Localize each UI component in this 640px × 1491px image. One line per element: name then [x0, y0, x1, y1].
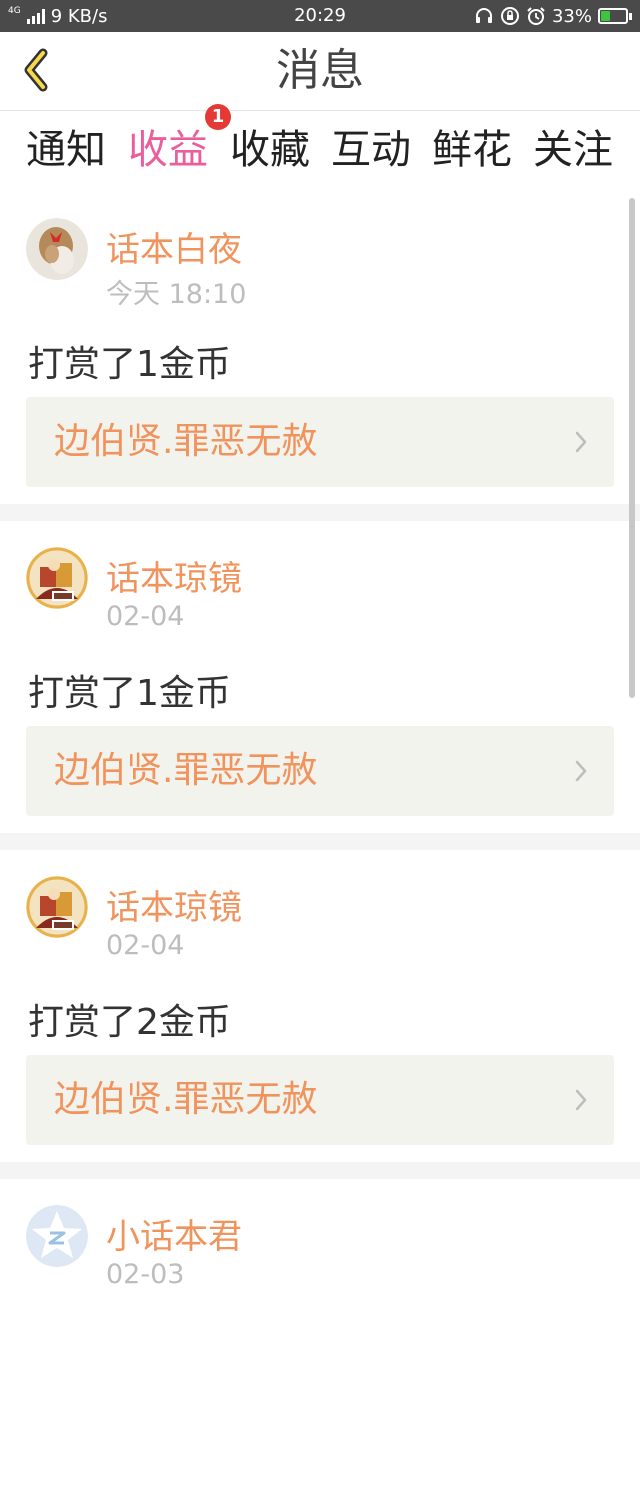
list-item: 话本白夜 今天 18:10 打赏了1金币 边伯贤.罪恶无赦 [0, 192, 640, 504]
book-title: 边伯贤.罪恶无赦 [54, 421, 318, 462]
tab-interaction[interactable]: 互动 [331, 125, 411, 185]
book-link[interactable]: 边伯贤.罪恶无赦 [26, 726, 614, 816]
list-item: 话本琼镜 02-04 打赏了2金币 边伯贤.罪恶无赦 [0, 850, 640, 1162]
scrollbar[interactable] [629, 198, 635, 698]
rotation-lock-icon [500, 7, 519, 25]
page-title: 消息 [276, 45, 364, 96]
tab-label: 关注 [533, 127, 613, 173]
reward-message: 打赏了2金币 [28, 1002, 231, 1043]
book-title: 边伯贤.罪恶无赦 [54, 750, 318, 791]
book-title: 边伯贤.罪恶无赦 [54, 1079, 318, 1120]
tab-bar: 通知 收益 收藏 互动 鲜花 关注 [0, 111, 640, 197]
signal-icon [26, 8, 45, 24]
tab-favorites[interactable]: 收藏 [230, 125, 310, 185]
timestamp: 02-04 [106, 601, 185, 632]
avatar[interactable] [26, 1205, 88, 1267]
network-speed: 9 KB/s [50, 5, 108, 27]
book-link[interactable]: 边伯贤.罪恶无赦 [26, 1055, 614, 1145]
chevron-left-icon [24, 48, 48, 92]
tab-earnings[interactable]: 收益 [128, 125, 208, 197]
timestamp: 02-04 [106, 930, 185, 961]
avatar[interactable] [26, 876, 88, 938]
tab-notice[interactable]: 通知 [26, 125, 106, 185]
list-item: 小话本君 02-03 [0, 1179, 640, 1491]
divider [0, 504, 640, 521]
battery-icon [598, 8, 632, 24]
list-item: 话本琼镜 02-04 打赏了1金币 边伯贤.罪恶无赦 [0, 521, 640, 833]
tab-label: 互动 [331, 127, 411, 173]
reward-message: 打赏了1金币 [28, 344, 231, 385]
tab-following[interactable]: 关注 [533, 125, 613, 185]
tab-flowers[interactable]: 鲜花 [432, 125, 512, 185]
timestamp: 02-03 [106, 1259, 185, 1290]
headphones-icon [475, 8, 492, 23]
timestamp: 今天 18:10 [106, 279, 247, 310]
username[interactable]: 话本白夜 [106, 222, 242, 271]
divider [0, 833, 640, 850]
tab-label: 通知 [26, 127, 106, 173]
alarm-icon [527, 7, 545, 25]
chevron-right-icon [575, 431, 587, 453]
title-bar: 消息 [0, 32, 640, 111]
notification-badge: 1 [205, 104, 231, 130]
avatar[interactable] [26, 547, 88, 609]
username[interactable]: 小话本君 [106, 1209, 242, 1258]
tab-label: 收藏 [230, 127, 310, 173]
message-list: 话本白夜 今天 18:10 打赏了1金币 边伯贤.罪恶无赦 话本琼镜 02-04… [0, 192, 640, 1491]
chevron-right-icon [575, 760, 587, 782]
divider [0, 1162, 640, 1179]
back-button[interactable] [12, 46, 60, 94]
tab-label: 收益 [128, 127, 208, 173]
reward-message: 打赏了1金币 [28, 673, 231, 714]
avatar[interactable] [26, 218, 88, 280]
book-link[interactable]: 边伯贤.罪恶无赦 [26, 397, 614, 487]
chevron-right-icon [575, 1089, 587, 1111]
tab-label: 鲜花 [432, 127, 512, 173]
battery-percent: 33% [551, 5, 592, 27]
network-type: 4G [8, 6, 21, 16]
username[interactable]: 话本琼镜 [106, 880, 242, 929]
username[interactable]: 话本琼镜 [106, 551, 242, 600]
status-bar: 4G 9 KB/s 20:29 33% [0, 0, 640, 32]
